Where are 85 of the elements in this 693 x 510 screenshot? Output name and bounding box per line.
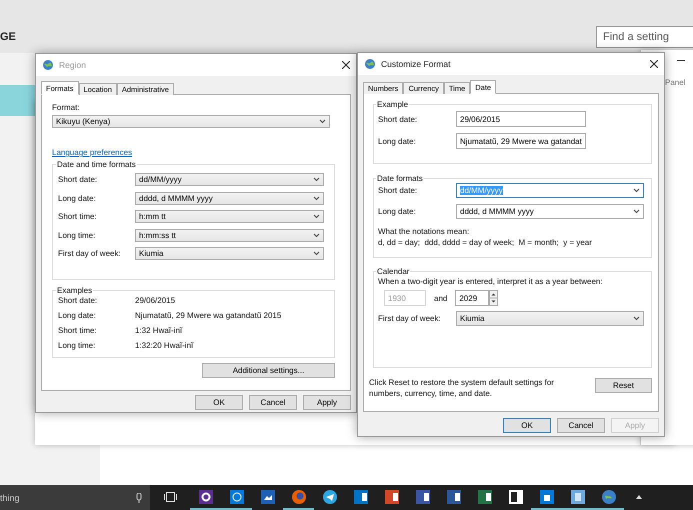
region-app-icon[interactable] <box>602 490 616 504</box>
powerpoint-app-icon[interactable] <box>384 490 398 504</box>
firefox-app-icon[interactable] <box>292 490 306 504</box>
format-combo[interactable]: dddd, d MMMM yyyy <box>456 204 644 219</box>
microphone-icon[interactable] <box>136 492 142 502</box>
word-app-icon[interactable] <box>446 490 460 504</box>
field-label: Long time: <box>58 341 96 350</box>
photo-app-icon[interactable] <box>260 490 274 504</box>
store-app-icon[interactable] <box>540 490 554 504</box>
chevron-down-icon <box>313 177 320 182</box>
telegram-app-icon[interactable] <box>322 490 336 504</box>
visio-app-icon[interactable] <box>416 490 430 504</box>
group-title: Example <box>376 100 410 109</box>
control-panel-app-icon[interactable] <box>570 490 584 504</box>
window-title: Customize Format <box>381 59 452 69</box>
field-label: First day of week: <box>58 249 121 258</box>
window-title: Panel <box>665 78 686 87</box>
chevron-down-icon <box>313 196 320 200</box>
first-day-dropdown[interactable]: Kiumia <box>456 311 644 326</box>
dialog-button[interactable]: Cancel <box>557 418 605 433</box>
dialog-button[interactable]: OK <box>195 395 243 410</box>
calendar-instructions: When a two-digit year is entered, interpret it as a year between: <box>378 276 604 287</box>
field-label: Short date: <box>58 296 98 305</box>
dialog-button[interactable]: OK <box>503 418 551 433</box>
example-field: Njumatatũ, 29 Mwere wa gatandat <box>456 133 586 149</box>
field-label: Short date: <box>58 175 98 184</box>
group-title: Calendar <box>376 267 410 276</box>
example-value: Njumatatũ, 29 Mwere wa gatandatũ 2015 <box>135 311 282 320</box>
task-view-icon[interactable] <box>164 492 176 502</box>
field-label: Long time: <box>58 230 96 240</box>
format-dropdown[interactable]: Kikuyu (Kenya) <box>52 115 330 128</box>
field-label: Short time: <box>58 326 97 335</box>
chevron-down-icon <box>319 119 326 124</box>
format-dropdown[interactable]: Kiumia <box>135 247 324 260</box>
field-label: Format: <box>52 103 81 112</box>
example-value: 1:32 Hwaĩ-inĩ <box>135 326 182 335</box>
field-label: Short date: <box>378 186 418 195</box>
onenote-app-icon[interactable] <box>508 490 522 504</box>
caret-up-icon[interactable] <box>636 494 642 498</box>
reset-note: Click Reset to restore the system default settings for numbers, currency, time, and date. <box>369 377 555 399</box>
settings-app-icon[interactable] <box>198 490 212 504</box>
and-label: and <box>434 294 448 302</box>
chevron-down-icon <box>633 316 640 321</box>
dialog-button[interactable]: Apply <box>303 395 351 410</box>
notation-text: d, dd = day; ddd, dddd = day of week; M = month; y = year <box>378 237 593 248</box>
field-label: Short time: <box>58 212 97 221</box>
close-icon[interactable] <box>650 60 658 68</box>
example-value: 1:32:20 Hwaĩ-inĩ <box>135 341 194 350</box>
format-dropdown[interactable]: h:mm tt <box>135 210 324 223</box>
chevron-down-icon <box>633 188 640 193</box>
group-title: Examples <box>56 286 94 295</box>
close-icon[interactable] <box>342 61 350 69</box>
globe-icon <box>364 58 376 70</box>
example-field: 29/06/2015 <box>456 111 586 127</box>
reset-button[interactable]: Reset <box>595 378 652 393</box>
page-heading: GE <box>0 31 16 43</box>
excel-app-icon[interactable] <box>478 490 492 504</box>
chevron-down-icon <box>633 209 640 214</box>
format-dropdown[interactable]: h:mm:ss tt <box>135 228 324 242</box>
field-label: Long date: <box>58 194 96 202</box>
spin-buttons-icon[interactable] <box>489 290 498 306</box>
window-title: Region <box>59 60 87 70</box>
format-dropdown[interactable]: dd/MM/yyyy <box>135 173 324 186</box>
search-field[interactable]: Find a setting <box>596 26 693 48</box>
globe-app-icon[interactable] <box>230 490 244 504</box>
group-title: Date formats <box>376 174 424 183</box>
field-label: Long date: <box>58 311 96 320</box>
chevron-down-icon <box>313 232 320 238</box>
field-label: Long date: <box>378 207 416 216</box>
outlook-app-icon[interactable] <box>354 490 368 504</box>
field-label: First day of week: <box>378 314 441 323</box>
year-field[interactable]: 2029 <box>455 290 490 306</box>
chevron-down-icon <box>313 214 320 219</box>
field-label: Long date: <box>378 136 416 146</box>
taskbar-search-text[interactable]: thing <box>0 492 20 502</box>
globe-icon <box>42 59 54 71</box>
field-label: Short date: <box>378 114 418 124</box>
dialog-button[interactable]: Cancel <box>249 395 297 410</box>
group-title: Date and time formats <box>56 160 137 169</box>
language-preferences-link[interactable]: Language preferences <box>52 148 132 157</box>
additional-settings-button[interactable]: Additional settings... <box>202 363 335 378</box>
chevron-down-icon <box>313 251 320 256</box>
notation-title: What the notations mean: <box>378 226 470 237</box>
format-dropdown[interactable]: dddd, d MMMM yyyy <box>135 192 324 204</box>
example-value: 29/06/2015 <box>135 296 176 305</box>
